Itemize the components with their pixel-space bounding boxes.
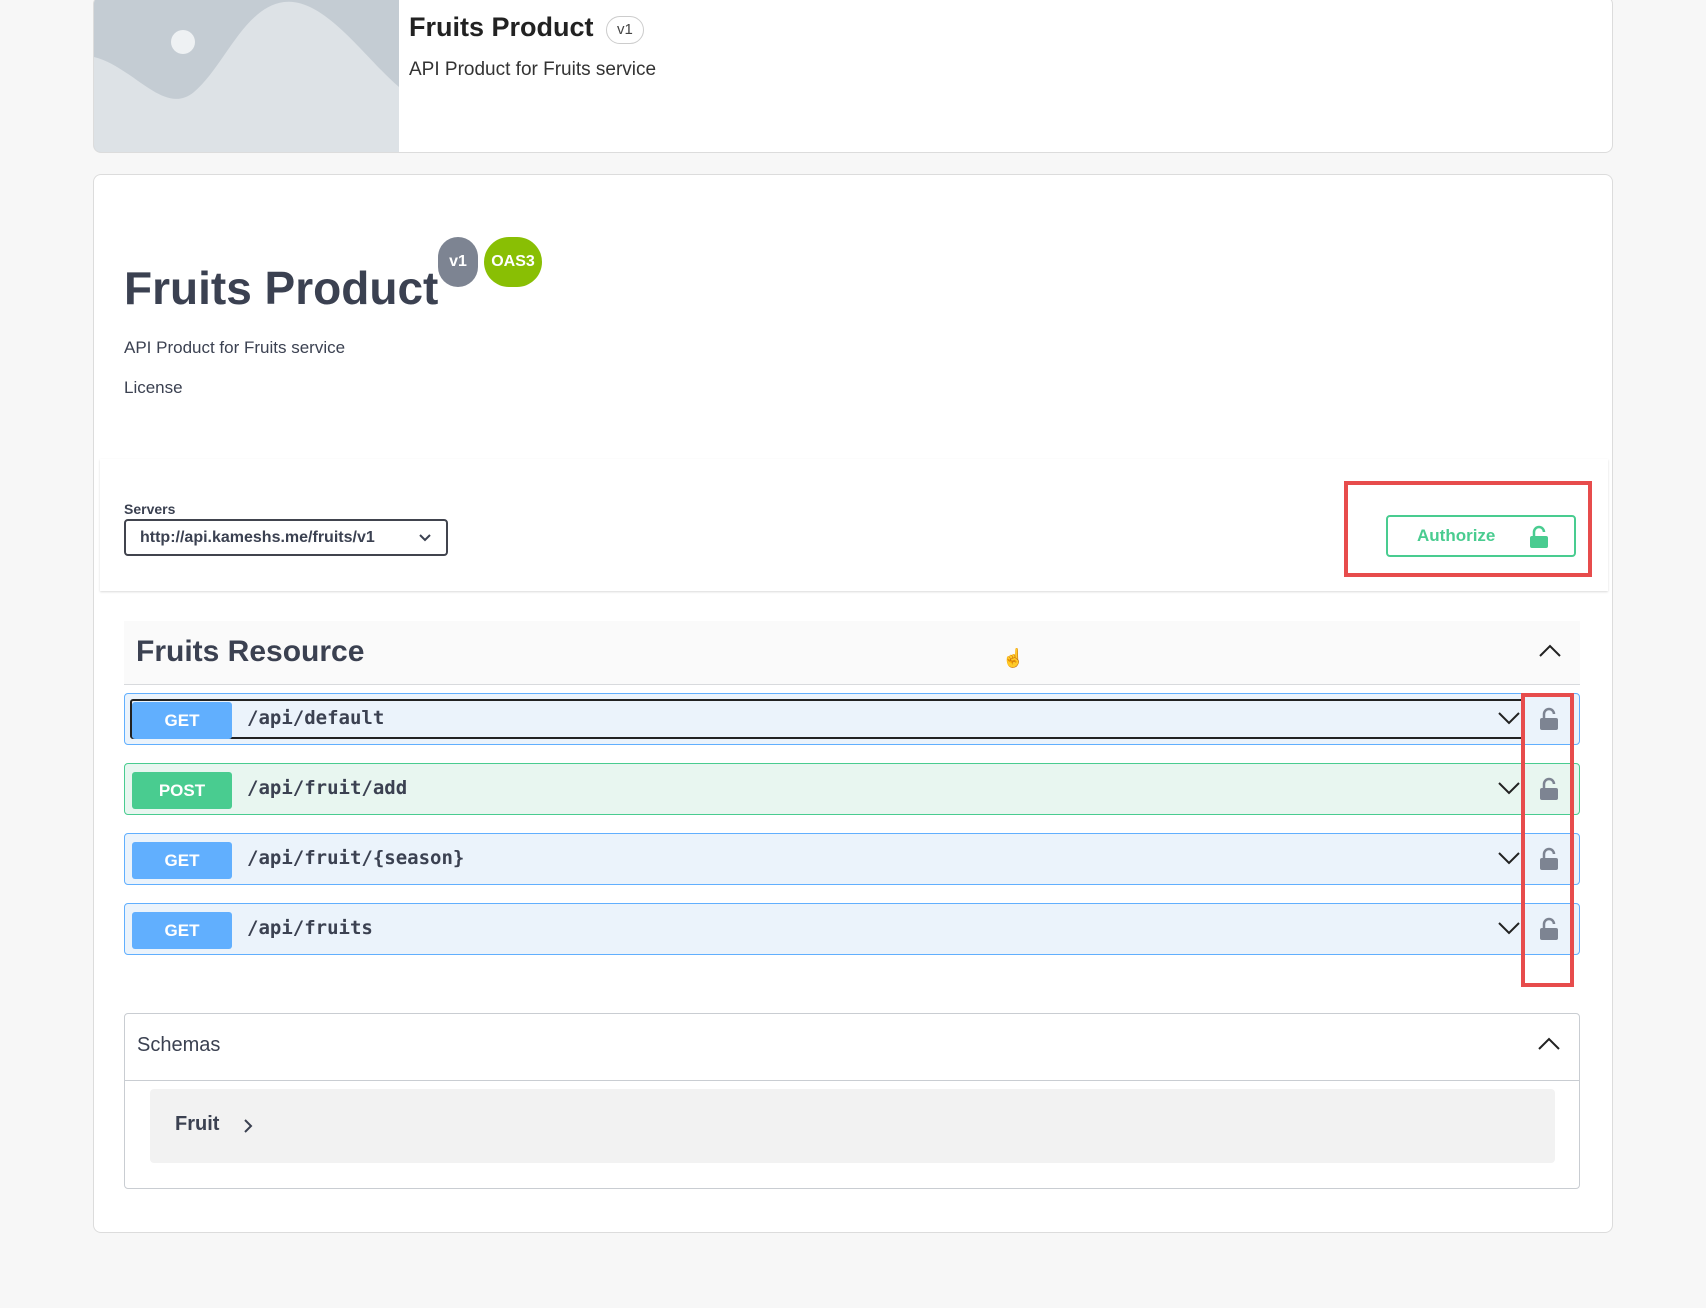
product-version-badge: v1 bbox=[606, 16, 644, 44]
opblock-get-api-fruits[interactable]: GET /api/fruits bbox=[124, 903, 1580, 955]
opblock-get-api-default[interactable]: GET /api/default bbox=[124, 693, 1580, 745]
opblock-post-api-fruit-add[interactable]: POST /api/fruit/add bbox=[124, 763, 1580, 815]
servers-bar: Servers http://api.kameshs.me/fruits/v1 … bbox=[100, 459, 1608, 591]
schemas-header[interactable]: Schemas bbox=[125, 1014, 1579, 1081]
oas3-badge: OAS3 bbox=[484, 237, 542, 287]
chevron-down-icon[interactable] bbox=[1497, 920, 1521, 941]
operation-path: /api/fruit/{season} bbox=[247, 847, 465, 869]
server-select[interactable]: http://api.kameshs.me/fruits/v1 bbox=[124, 519, 448, 556]
method-badge: GET bbox=[132, 702, 232, 739]
lock-icon bbox=[1529, 525, 1549, 563]
image-placeholder-icon bbox=[94, 0, 399, 152]
version-badge: v1 bbox=[438, 237, 478, 287]
api-title: Fruits Product bbox=[124, 262, 439, 314]
schemas-section: Schemas Fruit bbox=[124, 1013, 1580, 1189]
chevron-down-icon[interactable] bbox=[1497, 850, 1521, 871]
chevron-up-icon[interactable] bbox=[1538, 643, 1562, 664]
api-description: API Product for Fruits service bbox=[124, 338, 346, 357]
model-fruit[interactable]: Fruit bbox=[150, 1089, 1555, 1163]
tag-header[interactable]: Fruits Resource ☝ bbox=[124, 621, 1580, 685]
hand-cursor-icon: ☝ bbox=[1002, 648, 1025, 668]
chevron-down-icon[interactable] bbox=[1497, 710, 1521, 731]
swagger-ui-card: Fruits Product v1 OAS3 API Product for F… bbox=[93, 174, 1613, 1233]
chevron-down-icon bbox=[418, 521, 432, 566]
operation-path: /api/fruit/add bbox=[247, 777, 408, 799]
opblock-get-api-fruit-season[interactable]: GET /api/fruit/{season} bbox=[124, 833, 1580, 885]
operation-path: /api/default bbox=[247, 707, 385, 729]
method-badge: POST bbox=[132, 772, 232, 809]
license-link[interactable]: License bbox=[124, 378, 183, 398]
product-description: API Product for Fruits service bbox=[409, 59, 657, 80]
server-select-value: http://api.kameshs.me/fruits/v1 bbox=[140, 529, 375, 546]
chevron-right-icon[interactable] bbox=[242, 1117, 254, 1140]
operation-path: /api/fruits bbox=[247, 917, 373, 939]
chevron-down-icon[interactable] bbox=[1497, 780, 1521, 801]
chevron-up-icon[interactable] bbox=[1537, 1036, 1561, 1057]
product-name: Fruits Product bbox=[409, 12, 594, 42]
authorize-label: Authorize bbox=[1417, 526, 1496, 545]
authorize-button[interactable]: Authorize bbox=[1386, 515, 1576, 557]
method-badge: GET bbox=[132, 842, 232, 879]
method-badge: GET bbox=[132, 912, 232, 949]
schemas-title: Schemas bbox=[137, 1034, 221, 1056]
model-name: Fruit bbox=[175, 1113, 220, 1135]
servers-label: Servers bbox=[124, 501, 176, 517]
tag-title: Fruits Resource bbox=[136, 635, 365, 668]
product-card: Fruits Product v1 API Product for Fruits… bbox=[93, 0, 1613, 153]
tag-section-fruits-resource: Fruits Resource ☝ GET /api/default POST … bbox=[124, 621, 1580, 987]
locks-highlight-box bbox=[1521, 693, 1574, 987]
